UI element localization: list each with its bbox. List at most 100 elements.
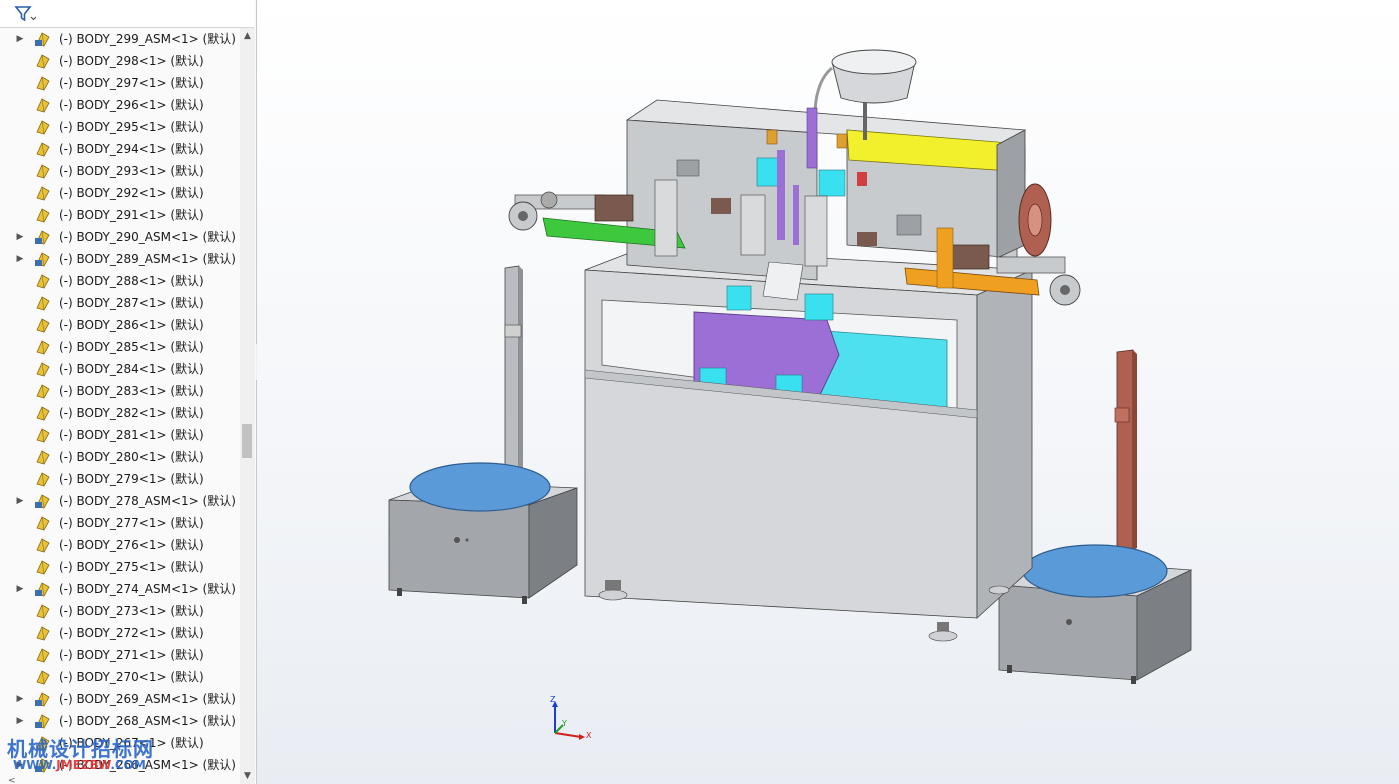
tree-item[interactable]: (-) BODY_283<1> (默认) [0, 380, 240, 402]
funnel-filter-icon[interactable] [14, 5, 36, 23]
tree-item-label: (-) BODY_273<1> (默认) [59, 604, 204, 618]
tree-item-label: (-) BODY_276<1> (默认) [59, 538, 204, 552]
triad-y-label: Y [562, 719, 567, 728]
tree-item[interactable]: (-) BODY_284<1> (默认) [0, 358, 240, 380]
tree-item[interactable]: (-) BODY_291<1> (默认) [0, 204, 240, 226]
scroll-left-arrow-icon[interactable]: < [8, 776, 16, 784]
part-icon [36, 670, 50, 685]
tree-item-label: (-) BODY_286<1> (默认) [59, 318, 204, 332]
expand-toggle-icon[interactable]: ▶ [15, 226, 25, 248]
expand-toggle-icon[interactable]: ▶ [15, 578, 25, 600]
tree-item[interactable]: (-) BODY_298<1> (默认) [0, 50, 240, 72]
tree-item[interactable]: ▶ (-) BODY_274_ASM<1> (默认) [0, 578, 240, 600]
tree-item[interactable]: (-) BODY_281<1> (默认) [0, 424, 240, 446]
tree-item[interactable]: (-) BODY_273<1> (默认) [0, 600, 240, 622]
vertical-scrollbar[interactable]: ▲ ▼ [240, 28, 255, 784]
tree-item-label: (-) BODY_291<1> (默认) [59, 208, 204, 222]
view-triad: Z Y X [547, 695, 595, 745]
tree-item-label: (-) BODY_268_ASM<1> (默认) [59, 714, 236, 728]
part-icon [36, 626, 50, 641]
tree-item[interactable]: (-) BODY_279<1> (默认) [0, 468, 240, 490]
part-icon [36, 120, 50, 135]
tree-item-label: (-) BODY_282<1> (默认) [59, 406, 204, 420]
tree-item[interactable]: ▶ (-) BODY_266_ASM<1> (默认) [0, 754, 240, 776]
tree-item[interactable]: (-) BODY_294<1> (默认) [0, 138, 240, 160]
tree-item[interactable]: ▶ (-) BODY_290_ASM<1> (默认) [0, 226, 240, 248]
tree-item-label: (-) BODY_287<1> (默认) [59, 296, 204, 310]
tree-item-label: (-) BODY_298<1> (默认) [59, 54, 204, 68]
tree-item[interactable]: (-) BODY_267<1> (默认) [0, 732, 240, 754]
tree-item-label: (-) BODY_288<1> (默认) [59, 274, 204, 288]
feature-tree-list: ▶ (-) BODY_299_ASM<1> (默认) (-) BODY_298<1>… [0, 28, 240, 784]
part-icon [36, 274, 50, 289]
part-icon [36, 186, 50, 201]
tree-item-label: (-) BODY_270<1> (默认) [59, 670, 204, 684]
tree-item[interactable]: (-) BODY_297<1> (默认) [0, 72, 240, 94]
tree-item[interactable]: (-) BODY_276<1> (默认) [0, 534, 240, 556]
tree-item[interactable]: ▶ (-) BODY_289_ASM<1> (默认) [0, 248, 240, 270]
scrollbar-thumb[interactable] [242, 424, 252, 458]
subassembly-icon [35, 758, 50, 773]
tree-item[interactable]: (-) BODY_275<1> (默认) [0, 556, 240, 578]
tree-item[interactable]: (-) BODY_277<1> (默认) [0, 512, 240, 534]
part-icon [36, 472, 50, 487]
tree-item[interactable]: (-) BODY_292<1> (默认) [0, 182, 240, 204]
tree-item-label: (-) BODY_299_ASM<1> (默认) [59, 32, 236, 46]
part-icon [36, 516, 50, 531]
tree-item[interactable]: (-) BODY_271<1> (默认) [0, 644, 240, 666]
tree-item[interactable]: (-) BODY_270<1> (默认) [0, 666, 240, 688]
feature-tree-panel: ▶ (-) BODY_299_ASM<1> (默认) (-) BODY_298<1>… [0, 0, 257, 784]
subassembly-icon [35, 714, 50, 729]
tree-item-label: (-) BODY_290_ASM<1> (默认) [59, 230, 236, 244]
expand-toggle-icon[interactable]: ▶ [15, 490, 25, 512]
tree-item[interactable]: (-) BODY_288<1> (默认) [0, 270, 240, 292]
scroll-down-arrow-icon[interactable]: ▼ [240, 768, 255, 784]
part-icon [36, 648, 50, 663]
part-icon [36, 406, 50, 421]
expand-toggle-icon[interactable]: ▶ [15, 754, 25, 776]
tree-item-label: (-) BODY_275<1> (默认) [59, 560, 204, 574]
part-icon [36, 208, 50, 223]
tree-item-label: (-) BODY_278_ASM<1> (默认) [59, 494, 236, 508]
tree-item[interactable]: ▶ (-) BODY_269_ASM<1> (默认) [0, 688, 240, 710]
tree-item[interactable]: ▶ (-) BODY_299_ASM<1> (默认) [0, 28, 240, 50]
subassembly-icon [35, 32, 50, 47]
tree-item-label: (-) BODY_283<1> (默认) [59, 384, 204, 398]
scroll-up-arrow-icon[interactable]: ▲ [240, 28, 255, 44]
tree-item[interactable]: (-) BODY_282<1> (默认) [0, 402, 240, 424]
expand-toggle-icon[interactable]: ▶ [15, 710, 25, 732]
subassembly-icon [35, 494, 50, 509]
part-icon [36, 142, 50, 157]
tree-item[interactable]: ▶ (-) BODY_278_ASM<1> (默认) [0, 490, 240, 512]
tree-item-label: (-) BODY_289_ASM<1> (默认) [59, 252, 236, 266]
tree-item[interactable]: (-) BODY_296<1> (默认) [0, 94, 240, 116]
part-icon [36, 450, 50, 465]
subassembly-icon [35, 582, 50, 597]
tree-item[interactable]: (-) BODY_280<1> (默认) [0, 446, 240, 468]
tree-item[interactable]: (-) BODY_293<1> (默认) [0, 160, 240, 182]
tree-item[interactable]: (-) BODY_286<1> (默认) [0, 314, 240, 336]
tree-item-label: (-) BODY_266_ASM<1> (默认) [59, 758, 236, 772]
part-icon [36, 98, 50, 113]
graphics-viewport[interactable]: Z Y X [257, 0, 1399, 784]
part-icon [36, 538, 50, 553]
tree-item[interactable]: (-) BODY_285<1> (默认) [0, 336, 240, 358]
expand-toggle-icon[interactable]: ▶ [15, 688, 25, 710]
part-icon [36, 318, 50, 333]
tree-item[interactable]: (-) BODY_287<1> (默认) [0, 292, 240, 314]
tree-item[interactable]: (-) BODY_272<1> (默认) [0, 622, 240, 644]
subassembly-icon [35, 692, 50, 707]
expand-toggle-icon[interactable]: ▶ [15, 28, 25, 50]
tree-item[interactable]: ▶ (-) BODY_268_ASM<1> (默认) [0, 710, 240, 732]
tree-item-label: (-) BODY_294<1> (默认) [59, 142, 204, 156]
subassembly-icon [35, 252, 50, 267]
left-turntable-unit [388, 265, 578, 604]
part-icon [36, 296, 50, 311]
part-icon [36, 736, 50, 751]
expand-toggle-icon[interactable]: ▶ [15, 248, 25, 270]
tree-item[interactable]: (-) BODY_295<1> (默认) [0, 116, 240, 138]
tree-item-label: (-) BODY_296<1> (默认) [59, 98, 204, 112]
filter-bar [0, 0, 254, 28]
tree-item-label: (-) BODY_295<1> (默认) [59, 120, 204, 134]
tree-item-label: (-) BODY_277<1> (默认) [59, 516, 204, 530]
